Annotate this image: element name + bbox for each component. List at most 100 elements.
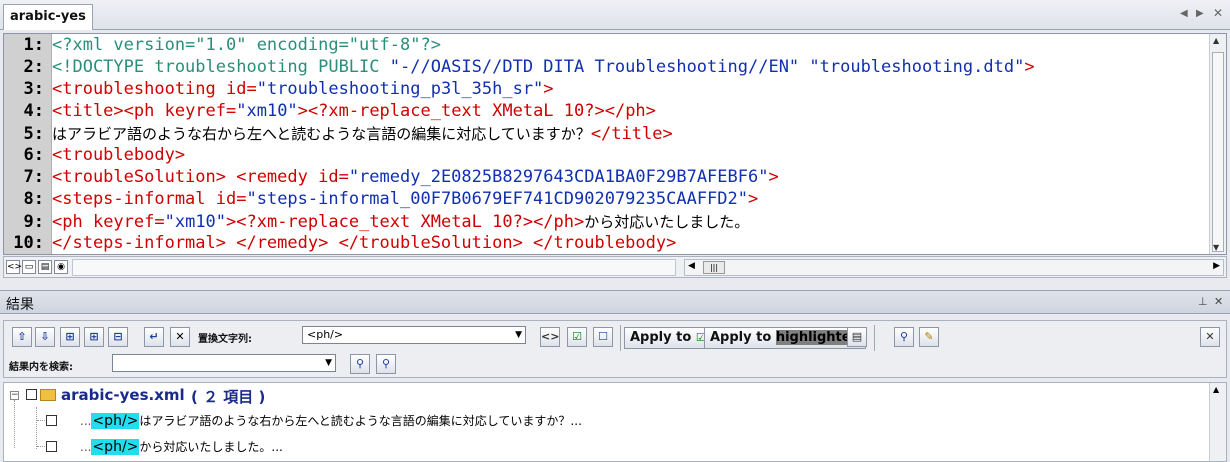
collapse-node-icon[interactable]: −: [10, 391, 19, 400]
tag-mode-button[interactable]: <>: [540, 327, 560, 347]
code-token: keyref=: [164, 101, 237, 121]
apply-to-checked-button[interactable]: Apply to ☑: [624, 327, 712, 349]
find-in-results-button[interactable]: ⚲: [350, 354, 370, 374]
line-number: 2:: [23, 57, 44, 77]
code-text: </steps-informal> </remedy> </troubleSol…: [52, 233, 676, 253]
scroll-left-icon[interactable]: ◀: [688, 261, 695, 271]
code-token: id=: [318, 167, 349, 187]
code-token: "-//OASIS//DTD DITA Troubleshooting//EN"…: [389, 57, 1025, 77]
expand-button[interactable]: ⊞: [84, 327, 104, 347]
results-tree: − arabic-yes.xml ( ２ 項目 ) ...<ph/>はアラビア語…: [3, 382, 1227, 462]
code-text: <title><ph keyref="xm10"><?xm-replace_te…: [52, 101, 656, 121]
code-token: >: [748, 189, 759, 209]
browser-preview-icon[interactable]: ◉: [54, 260, 68, 274]
code-token: "steps-informal_00F7B0679EF741CD90207923…: [246, 189, 748, 209]
normal-view-icon[interactable]: ▭: [22, 260, 36, 274]
next-result-button[interactable]: ⇩: [35, 327, 55, 347]
hit-context: はアラビア語のような右から左へと読むような言語の編集に対応していますか？...: [139, 414, 582, 428]
vertical-scroll-thumb[interactable]: [1212, 52, 1224, 252]
code-line[interactable]: 9: <ph keyref="xm10"><?xm-replace_text XM…: [4, 211, 1204, 233]
tags-on-view-icon[interactable]: <>: [6, 260, 22, 274]
scroll-right-icon[interactable]: ▶: [1213, 261, 1220, 271]
uncheck-all-button[interactable]: ☐: [593, 327, 613, 347]
code-line[interactable]: 5: はアラビア語のような右から左へと読むような言語の編集に対応していますか？</…: [4, 123, 1204, 145]
line-number: 5:: [23, 124, 44, 144]
code-token: <?xml version="1.0" encoding="utf-8"?>: [52, 35, 441, 55]
code-token: "xm10": [236, 101, 298, 121]
document-tab-strip: arabic-yes ◀ ▶ ✕: [0, 0, 1230, 30]
code-line[interactable]: 7: <troubleSolution> <remedy id="remedy_2…: [4, 167, 1204, 189]
code-token: <troublebody>: [52, 145, 186, 165]
code-line[interactable]: 10: </steps-informal> </remedy> </trouble…: [4, 233, 1204, 254]
file-node[interactable]: − arabic-yes.xml ( ２ 項目 ): [4, 383, 404, 407]
hit-checkbox[interactable]: [46, 415, 57, 426]
collapse-button[interactable]: ⊟: [108, 327, 128, 347]
replace-combo[interactable]: <ph/> ▼: [302, 326, 526, 344]
toolbar-separator: [874, 325, 875, 351]
dropdown-arrow-icon[interactable]: ▼: [325, 355, 332, 371]
scroll-up-icon[interactable]: ▲: [1213, 385, 1219, 394]
find-next-in-results-button[interactable]: ⚲: [376, 354, 396, 374]
code-text: <?xml version="1.0" encoding="utf-8"?>: [52, 35, 441, 55]
file-hit-count: ( ２ 項目 ): [191, 388, 266, 406]
code-token: "troubleshooting_p3l_35h_sr": [256, 79, 544, 99]
close-panel-icon[interactable]: ✕: [1214, 295, 1223, 308]
code-text: はアラビア語のような右から左へと読むような言語の編集に対応していますか？</ti…: [52, 123, 673, 144]
apply-to-label: Apply to: [630, 330, 692, 345]
horizontal-scroll-thumb[interactable]: |||: [703, 261, 725, 274]
replace-options-button[interactable]: ▤: [847, 327, 867, 347]
search-in-results-label: 結果内を検索:: [9, 362, 73, 373]
scroll-up-icon[interactable]: ▲: [1213, 36, 1219, 45]
hit-row[interactable]: ...<ph/>はアラビア語のような右から左へと読むような言語の編集に対応してい…: [4, 409, 1204, 433]
code-text: <steps-informal id="steps-informal_00F7B…: [52, 189, 758, 209]
code-text: <troubleshooting id="troubleshooting_p3l…: [52, 79, 554, 99]
tab-next-icon[interactable]: ▶: [1196, 8, 1204, 19]
check-all-button[interactable]: ☑: [567, 327, 587, 347]
scroll-down-icon[interactable]: ▼: [1213, 243, 1219, 252]
search-in-results-combo[interactable]: ▼: [112, 354, 336, 372]
code-line[interactable]: 4: <title><ph keyref="xm10"><?xm-replace_…: [4, 101, 1204, 123]
line-number: 6:: [23, 145, 44, 165]
apply-to-highlighted-button[interactable]: Apply to highlighted: [704, 327, 866, 349]
line-number: 9:: [23, 212, 44, 232]
code-line[interactable]: 2: <!DOCTYPE troubleshooting PUBLIC "-//O…: [4, 57, 1204, 79]
tab-prev-icon[interactable]: ◀: [1180, 8, 1188, 19]
page-preview-icon[interactable]: ▤: [38, 260, 52, 274]
results-toolbar: ⇧ ⇩ ⊞ ⊞ ⊟ ↵ ✕ 置換文字列: <ph/> ▼ <> ☑ ☐ Appl…: [3, 320, 1227, 378]
results-vertical-scrollbar[interactable]: ▲: [1209, 383, 1226, 461]
file-checkbox[interactable]: [26, 389, 37, 400]
dropdown-arrow-icon[interactable]: ▼: [515, 327, 522, 343]
line-number: 10:: [13, 233, 44, 253]
hit-row[interactable]: ...<ph/>から対応いたしました。...: [4, 435, 1204, 459]
document-tab[interactable]: arabic-yes: [3, 4, 93, 30]
pin-icon[interactable]: ⊥: [1198, 295, 1208, 308]
folder-icon: [40, 389, 56, 401]
go-to-button[interactable]: ↵: [144, 327, 164, 347]
code-line[interactable]: 8: <steps-informal id="steps-informal_00F…: [4, 189, 1204, 211]
vertical-scrollbar[interactable]: ▲ ▼: [1209, 34, 1226, 254]
horizontal-scrollbar[interactable]: ◀ ||| ▶: [684, 259, 1224, 276]
code-token: <ph: [52, 212, 93, 232]
code-line[interactable]: 6: <troublebody>: [4, 145, 1204, 167]
code-editor[interactable]: 1: <?xml version="1.0" encoding="utf-8"?>…: [3, 33, 1227, 255]
toolbar-separator: [620, 325, 621, 351]
hit-checkbox[interactable]: [46, 441, 57, 452]
code-token: keyref=: [92, 212, 165, 232]
code-lines: 1: <?xml version="1.0" encoding="utf-8"?>…: [4, 35, 1204, 254]
expand-all-button[interactable]: ⊞: [60, 327, 80, 347]
editor-status-bar: <> ▭ ▤ ◉ ◀ ||| ▶: [3, 256, 1227, 278]
hit-prefix: ...: [80, 414, 92, 428]
code-line[interactable]: 3: <troubleshooting id="troubleshooting_p…: [4, 79, 1204, 101]
close-toolbar-button[interactable]: ✕: [1200, 327, 1220, 347]
code-token: >: [543, 79, 554, 99]
find-in-files-button[interactable]: ⚲: [894, 327, 914, 347]
code-line[interactable]: 1: <?xml version="1.0" encoding="utf-8"?>: [4, 35, 1204, 57]
code-token: id=: [215, 189, 247, 209]
spell-check-button[interactable]: ✎: [919, 327, 939, 347]
line-number: 8:: [23, 189, 44, 209]
previous-result-button[interactable]: ⇧: [12, 327, 32, 347]
clear-results-button[interactable]: ✕: [170, 327, 190, 347]
xmetal-window: arabic-yes ◀ ▶ ✕ 1: <?xml version="1.0" e…: [0, 0, 1230, 462]
code-token: >: [768, 167, 779, 187]
close-document-icon[interactable]: ✕: [1213, 6, 1223, 20]
